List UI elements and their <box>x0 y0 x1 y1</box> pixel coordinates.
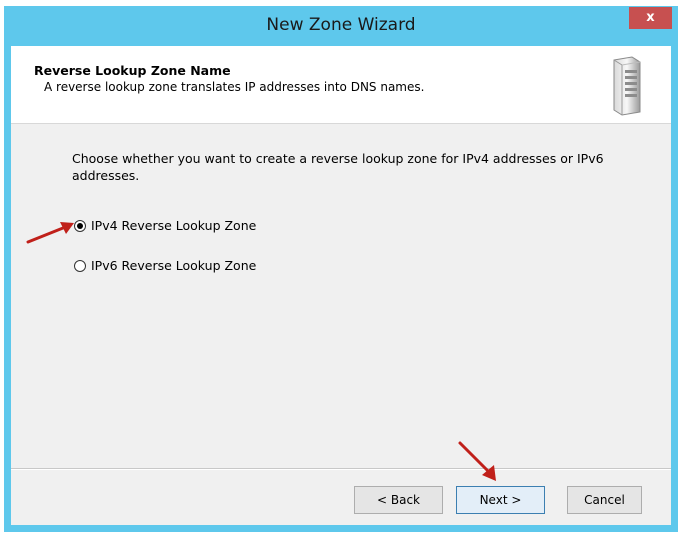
back-button[interactable]: < Back <box>354 486 443 514</box>
footer-separator-highlight <box>11 469 671 470</box>
close-button[interactable]: x <box>629 7 672 29</box>
cancel-button[interactable]: Cancel <box>567 486 642 514</box>
title-bar[interactable]: New Zone Wizard x <box>4 6 678 46</box>
page-subtitle: A reverse lookup zone translates IP addr… <box>44 80 425 94</box>
wizard-window: New Zone Wizard x Reverse Lookup Zone Na… <box>4 6 678 532</box>
ipv4-label[interactable]: IPv4 Reverse Lookup Zone <box>91 218 256 233</box>
ipv6-label[interactable]: IPv6 Reverse Lookup Zone <box>91 258 256 273</box>
wizard-header: Reverse Lookup Zone Name A reverse looku… <box>11 46 671 124</box>
ipv6-option[interactable]: IPv6 Reverse Lookup Zone <box>74 258 256 273</box>
ipv6-radio[interactable] <box>74 259 86 272</box>
page-title: Reverse Lookup Zone Name <box>34 63 231 78</box>
annotation-arrow-icon <box>458 441 496 481</box>
zone-type-prompt: Choose whether you want to create a reve… <box>72 151 604 183</box>
annotation-arrow-icon <box>26 222 74 244</box>
ipv4-option[interactable]: IPv4 Reverse Lookup Zone <box>74 218 256 233</box>
server-icon <box>613 56 641 116</box>
wizard-client-area: Reverse Lookup Zone Name A reverse looku… <box>11 46 671 525</box>
window-title: New Zone Wizard <box>266 15 416 35</box>
next-button[interactable]: Next > <box>456 486 545 514</box>
